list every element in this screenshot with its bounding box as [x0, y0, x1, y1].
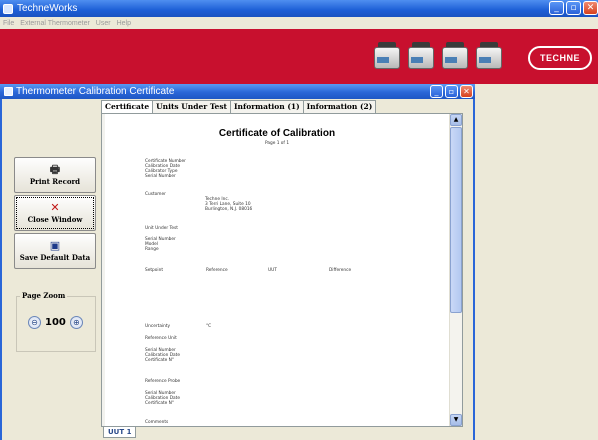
table-header-setpoint: Setpoint — [145, 268, 164, 273]
uncertainty-label: Uncertainty — [145, 324, 171, 329]
window-icon — [4, 87, 13, 96]
brand-banner: TECHNE — [0, 29, 598, 84]
uncertainty-unit: °C — [206, 324, 212, 329]
print-record-label: Print Record — [29, 177, 81, 186]
table-header-difference: Difference — [329, 268, 352, 273]
scroll-up-icon[interactable]: ▲ — [450, 114, 462, 126]
customer-label: Customer — [145, 192, 166, 197]
menu-external-thermometer[interactable]: External Thermometer — [20, 20, 90, 27]
tab-information-2[interactable]: Information (2) — [302, 100, 377, 113]
scroll-down-icon[interactable]: ▼ — [450, 414, 462, 426]
app-minimize-button[interactable]: _ — [549, 1, 564, 15]
table-header-uut: UUT — [268, 268, 277, 273]
app-restore-button[interactable]: ▫ — [566, 1, 581, 15]
ref-probe-field: Certificate N° — [145, 401, 175, 406]
probe-device-icon — [474, 41, 504, 73]
bath-device-icon — [440, 41, 470, 73]
save-default-data-button[interactable]: ▣ Save Default Data — [14, 233, 96, 269]
document-scrollbar[interactable]: ▲ ▼ — [449, 114, 462, 426]
close-icon: ✕ — [50, 201, 60, 214]
calibrator-device-icon — [406, 41, 436, 73]
menu-user[interactable]: User — [96, 20, 111, 27]
save-default-data-label: Save Default Data — [19, 253, 91, 262]
uut-label: Unit Under Test — [145, 226, 178, 231]
tab-certificate[interactable]: Certificate — [101, 100, 154, 113]
table-header-reference: Reference — [206, 268, 228, 273]
reference-probe-label: Reference Probe — [145, 379, 181, 384]
page-zoom-label: Page Zoom — [20, 291, 68, 300]
certificate-title: Certificate of Calibration — [218, 128, 336, 139]
tab-units-under-test[interactable]: Units Under Test — [152, 100, 232, 113]
zoom-in-icon[interactable]: ⊕ — [69, 316, 83, 329]
menu-help[interactable]: Help — [117, 20, 131, 27]
window-close-button[interactable]: ✕ — [460, 85, 473, 98]
app-titlebar: TechneWorks _ ▫ ✕ — [0, 0, 598, 17]
zoom-value: 100 — [45, 317, 66, 328]
app-icon — [3, 3, 13, 14]
dry-block-device-icon — [372, 41, 402, 73]
certificate-page: Certificate of Calibration Page 1 of 1 C… — [105, 114, 449, 426]
tab-uut-1[interactable]: UUT 1 — [103, 427, 137, 438]
menu-bar: File External Thermometer User Help — [0, 17, 598, 29]
ref-unit-field: Certificate N° — [145, 358, 175, 363]
close-window-button[interactable]: ✕ Close Window — [14, 195, 96, 231]
tab-information-1[interactable]: Information (1) — [230, 100, 304, 113]
floppy-disk-icon: ▣ — [49, 239, 61, 252]
printer-icon: 🖶 — [49, 163, 61, 176]
certificate-window-titlebar: Thermometer Calibration Certificate _ ▫ … — [0, 84, 475, 99]
comments-label: Comments — [145, 420, 169, 425]
zoom-controls: ⊖ 100 ⊕ — [28, 316, 83, 329]
uut-field: Range — [145, 247, 159, 252]
customer-line: Burlington, N.J. 08016 — [205, 207, 253, 212]
window-restore-button[interactable]: ▫ — [445, 85, 458, 98]
page-number: Page 1 of 1 — [264, 141, 290, 146]
menu-file[interactable]: File — [3, 20, 14, 27]
certificate-tabs: Certificate Units Under Test Information… — [101, 100, 377, 113]
techne-logo: TECHNE — [528, 46, 592, 70]
app-close-button[interactable]: ✕ — [583, 1, 598, 15]
scroll-thumb[interactable] — [450, 127, 462, 313]
reference-unit-label: Reference Unit — [145, 336, 177, 341]
window-minimize-button[interactable]: _ — [430, 85, 443, 98]
zoom-out-icon[interactable]: ⊖ — [28, 316, 41, 329]
close-window-label: Close Window — [27, 215, 83, 224]
print-record-button[interactable]: 🖶 Print Record — [14, 157, 96, 193]
certificate-window-title: Thermometer Calibration Certificate — [16, 86, 175, 97]
cert-field: Serial Number — [145, 174, 176, 179]
app-title: TechneWorks — [17, 3, 78, 14]
